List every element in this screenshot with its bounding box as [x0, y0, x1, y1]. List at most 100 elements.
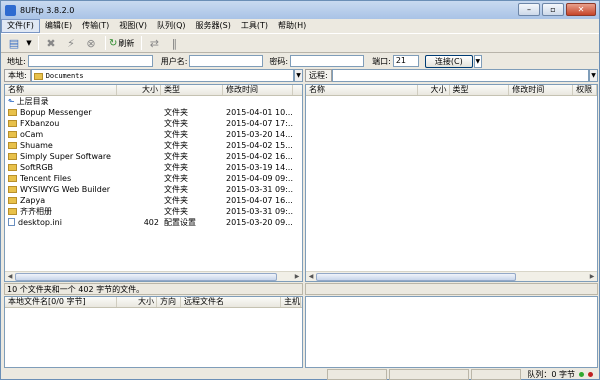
file-type-cell: 文件夹: [164, 196, 188, 205]
table-row[interactable]: SoftRGB 文件夹 2015-03-19 14...: [5, 162, 302, 173]
folder-icon: [8, 164, 17, 171]
local-file-list[interactable]: 名称 大小 类型 修改时间 ⬑ 上层目录 Bopup Messenger 文件夹 201…: [4, 84, 303, 282]
col-remote-filename[interactable]: 远程文件名: [181, 297, 281, 307]
file-type-cell: 文件夹: [164, 108, 188, 117]
scroll-thumb[interactable]: [316, 272, 516, 281]
chevron-down-icon[interactable]: ▼: [294, 69, 303, 82]
table-row[interactable]: 齐齐相册 文件夹 2015-03-31 09:...: [5, 206, 302, 217]
remote-file-list[interactable]: 名称 大小 类型 修改时间 权限 ◀ ▶: [305, 84, 598, 282]
col-size[interactable]: 大小: [418, 85, 450, 95]
col-direction[interactable]: 方向: [157, 297, 181, 307]
scroll-right-icon[interactable]: ▶: [292, 272, 302, 282]
col-name[interactable]: 名称: [5, 85, 117, 95]
site-manager-icon[interactable]: ▤: [5, 35, 23, 51]
col-permissions[interactable]: 权限: [573, 85, 597, 95]
file-date-cell: 2015-03-20 14...: [226, 130, 293, 139]
refresh-button[interactable]: ↻ 刷新: [109, 38, 134, 49]
file-date-cell: [223, 96, 293, 107]
table-row[interactable]: Bopup Messenger 文件夹 2015-04-01 10...: [5, 107, 302, 118]
stop-icon[interactable]: ⊗: [82, 35, 100, 51]
col-host[interactable]: 主机: [281, 297, 301, 307]
file-date-cell: 2015-04-01 10...: [226, 108, 293, 117]
col-local-filename[interactable]: 本地文件名[0/0 字节]: [5, 297, 117, 307]
col-modified[interactable]: 修改时间: [509, 85, 574, 95]
file-type-cell: 配置设置: [164, 218, 196, 227]
connection-bar: 地址: 用户名: 密码: 端口: 21 连接(C) ▼: [1, 54, 599, 68]
port-input[interactable]: 21: [392, 55, 419, 67]
col-type[interactable]: 类型: [450, 85, 510, 95]
remote-path-input[interactable]: [331, 69, 589, 82]
lightning-icon[interactable]: ⚡: [62, 35, 80, 51]
status-bar: 队列：0 字节: [1, 368, 599, 380]
close-button[interactable]: ✕: [566, 3, 596, 16]
file-date-cell: 2015-04-07 17:...: [226, 119, 293, 128]
title-bar[interactable]: 8UFtp 3.8.2.0 – ▫ ✕: [1, 1, 599, 19]
file-date-cell: 2015-03-31 09:...: [226, 185, 293, 194]
minimize-button[interactable]: –: [518, 3, 540, 16]
menu-server[interactable]: 服务器(S): [191, 19, 236, 33]
col-modified[interactable]: 修改时间: [223, 85, 293, 95]
scroll-left-icon[interactable]: ◀: [5, 272, 15, 282]
password-input[interactable]: [290, 55, 365, 67]
col-type[interactable]: 类型: [161, 85, 223, 95]
chevron-down-icon[interactable]: ▼: [473, 54, 482, 68]
table-row[interactable]: Zapya 文件夹 2015-04-07 16...: [5, 195, 302, 206]
file-name-cell: Shuame: [5, 140, 117, 151]
connect-button[interactable]: 连接(C): [424, 54, 473, 68]
maximize-button[interactable]: ▫: [542, 3, 564, 16]
scroll-thumb[interactable]: [15, 272, 277, 281]
file-size-cell: [117, 162, 161, 173]
folder-icon: [8, 109, 17, 116]
menu-file[interactable]: 文件(F): [1, 19, 40, 33]
led-red-icon: [588, 371, 593, 377]
address-input[interactable]: [27, 55, 153, 67]
sync-icon[interactable]: ⇄: [145, 35, 163, 51]
file-size-cell: [117, 140, 161, 151]
toolbar-separator: [141, 36, 143, 50]
chevron-down-icon[interactable]: ▼: [25, 35, 33, 51]
folder-icon: [8, 175, 17, 182]
table-row[interactable]: oCam 文件夹 2015-03-20 14...: [5, 129, 302, 140]
file-size-cell: [117, 107, 161, 118]
window-title: 8UFtp 3.8.2.0: [20, 5, 75, 15]
scroll-right-icon[interactable]: ▶: [587, 272, 597, 282]
col-size[interactable]: 大小: [117, 85, 161, 95]
parent-directory-icon: ⬑: [8, 97, 15, 106]
table-row[interactable]: FXbanzou 文件夹 2015-04-07 17:...: [5, 118, 302, 129]
log-panel[interactable]: [305, 296, 598, 368]
local-table-header: 名称 大小 类型 修改时间: [5, 85, 302, 96]
folder-icon: [8, 131, 17, 138]
username-input[interactable]: [189, 55, 264, 67]
file-date-cell: 2015-04-07 16...: [226, 196, 293, 205]
file-name-text: Shuame: [20, 141, 53, 150]
table-row[interactable]: Simply Super Software 文件夹 2015-04-02 16...: [5, 151, 302, 162]
remote-hscrollbar[interactable]: ◀ ▶: [306, 271, 597, 281]
col-name[interactable]: 名称: [306, 85, 418, 95]
app-window: 8UFtp 3.8.2.0 – ▫ ✕ 文件(F) 编辑(E) 传输(T) 视图…: [0, 0, 600, 380]
file-name-cell: oCam: [5, 129, 117, 140]
menu-tools[interactable]: 工具(T): [236, 19, 273, 33]
file-name-text: Simply Super Software: [20, 152, 111, 161]
table-row[interactable]: desktop.ini 402 配置设置 2015-03-20 09...: [5, 217, 302, 228]
menu-edit[interactable]: 编辑(E): [40, 19, 77, 33]
local-path-input[interactable]: Documents: [30, 69, 294, 82]
menu-help[interactable]: 帮助(H): [273, 19, 311, 33]
menu-view[interactable]: 视图(V): [114, 19, 152, 33]
local-hscrollbar[interactable]: ◀ ▶: [5, 271, 302, 281]
file-name-cell: ⬑ 上层目录: [5, 96, 117, 107]
col-size[interactable]: 大小: [117, 297, 157, 307]
table-row[interactable]: Shuame 文件夹 2015-04-02 15...: [5, 140, 302, 151]
disconnect-icon[interactable]: ✖: [42, 35, 60, 51]
chevron-down-icon[interactable]: ▼: [589, 69, 598, 82]
file-date-cell: 2015-04-02 15...: [226, 141, 293, 150]
pause-icon[interactable]: ‖: [165, 35, 183, 51]
file-name-text: 齐齐相册: [20, 207, 52, 216]
menu-queue[interactable]: 队列(Q): [152, 19, 191, 33]
toolbar-separator: [105, 36, 106, 50]
table-row[interactable]: WYSIWYG Web Builder 文件夹 2015-03-31 09:...: [5, 184, 302, 195]
queue-list[interactable]: 本地文件名[0/0 字节] 大小 方向 远程文件名 主机: [4, 296, 303, 368]
table-row[interactable]: Tencent Files 文件夹 2015-04-09 09:...: [5, 173, 302, 184]
menu-transfer[interactable]: 传输(T): [77, 19, 114, 33]
table-row[interactable]: ⬑ 上层目录: [5, 96, 302, 107]
scroll-left-icon[interactable]: ◀: [306, 272, 316, 282]
